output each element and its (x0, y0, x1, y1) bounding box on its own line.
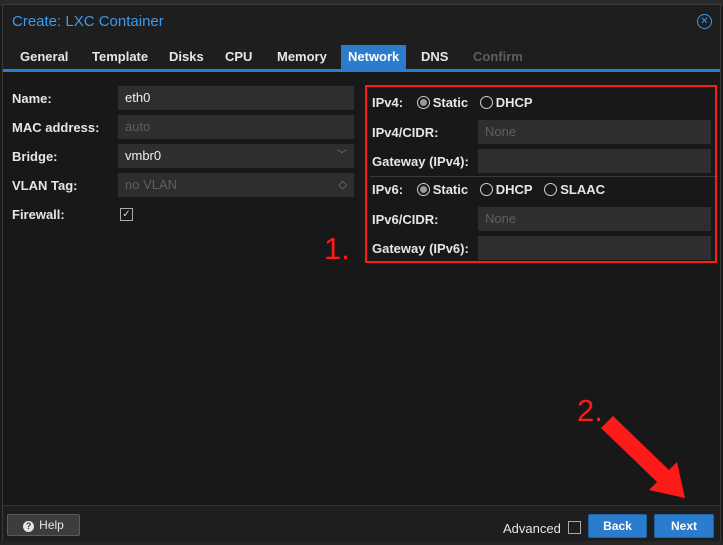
mac-input[interactable]: auto (118, 115, 354, 139)
vlan-label: VLAN Tag: (12, 178, 78, 193)
firewall-label: Firewall: (12, 207, 65, 222)
tab-cpu[interactable]: CPU (218, 45, 259, 69)
annotation-highlight-box (365, 85, 717, 263)
tab-network[interactable]: Network (341, 45, 407, 69)
bridge-value: vmbr0 (125, 148, 162, 163)
back-button[interactable]: Back (588, 514, 647, 538)
name-input[interactable]: eth0 (118, 86, 354, 110)
mac-label: MAC address: (12, 120, 100, 135)
tab-template[interactable]: Template (85, 45, 155, 69)
next-button[interactable]: Next (654, 514, 714, 538)
vlan-placeholder: no VLAN (125, 177, 178, 192)
tab-confirm: Confirm (473, 49, 523, 64)
firewall-checkbox[interactable]: ✓ (120, 208, 133, 221)
close-icon[interactable]: ✕ (697, 14, 712, 29)
checkmark-icon: ✓ (122, 209, 131, 220)
help-button[interactable]: ? Help (7, 514, 80, 536)
spinner-icon[interactable]: ◇ (339, 174, 347, 196)
red-arrow-icon (601, 416, 685, 498)
dialog-titlebar: Create: LXC Container ✕ (3, 5, 720, 37)
bridge-select[interactable]: vmbr0 ﹀ (118, 144, 354, 168)
advanced-checkbox[interactable] (568, 521, 581, 534)
help-label: Help (39, 518, 64, 532)
tab-disks[interactable]: Disks (162, 45, 211, 69)
bridge-label: Bridge: (12, 149, 58, 164)
background-bottom-strip (0, 541, 723, 545)
dialog-footer: ? Help Advanced Back Next (3, 505, 720, 541)
tab-dns[interactable]: DNS (414, 45, 455, 69)
dialog-title: Create: LXC Container (12, 13, 164, 30)
vlan-input[interactable]: no VLAN ◇ (118, 173, 354, 197)
tab-general[interactable]: General (13, 45, 75, 69)
name-label: Name: (12, 91, 52, 106)
tab-memory[interactable]: Memory (270, 45, 334, 69)
chevron-down-icon[interactable]: ﹀ (337, 145, 347, 167)
advanced-label: Advanced (503, 521, 561, 536)
question-circle-icon: ? (23, 521, 35, 532)
annotation-step-1: 1. (324, 231, 350, 266)
